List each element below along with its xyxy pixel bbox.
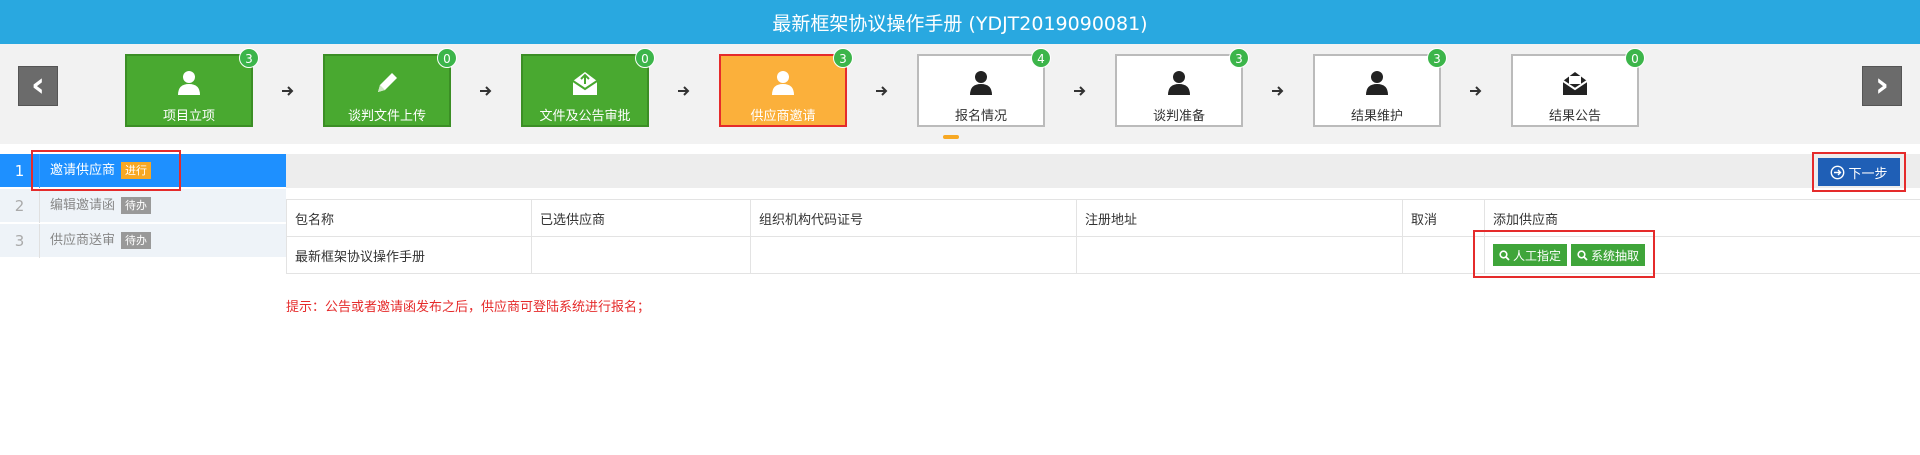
step-result-maintenance[interactable]: 结果维护 3 — [1313, 48, 1447, 127]
arrow-circle-right-icon — [1831, 165, 1845, 179]
arrow-right-icon — [480, 86, 492, 96]
action-bar — [286, 154, 1920, 188]
workflow-steps: ‹ 项目立项 3 谈判文件上传 0 文件及公告审批 0 供应商邀请 3 报名情况… — [0, 44, 1920, 144]
user-icon — [772, 71, 794, 95]
user-icon — [178, 71, 200, 95]
step-label: 结果维护 — [1350, 109, 1403, 124]
arrow-right-icon — [282, 86, 294, 96]
arrow-right-icon — [1074, 86, 1086, 96]
prev-step-button[interactable]: ‹ — [18, 66, 58, 106]
next-step-nav-button[interactable]: › — [1862, 66, 1902, 106]
step-count-badge: 3 — [1427, 48, 1447, 68]
step-supplier-invitation[interactable]: 供应商邀请 3 — [719, 48, 853, 127]
step-negotiation-upload[interactable]: 谈判文件上传 0 — [323, 48, 457, 127]
active-step-indicator — [943, 135, 959, 139]
column-header: 包名称 — [286, 199, 532, 237]
mail-icon — [1562, 72, 1588, 95]
supplier-table: 包名称 已选供应商 组织机构代码证号 注册地址 取消 添加供应商 最新框架协议操… — [286, 199, 1920, 274]
step-label: 报名情况 — [954, 109, 1007, 124]
search-icon — [1577, 249, 1588, 261]
step-label: 谈判文件上传 — [347, 109, 426, 124]
step-number: 3 — [0, 224, 40, 258]
hint-text: 提示：公告或者邀请函发布之后，供应商可登陆系统进行报名； — [286, 300, 651, 315]
user-icon — [1366, 71, 1388, 95]
sidebar-item-supplier-review[interactable]: 3 供应商送审 待办 — [0, 224, 286, 258]
sidebar-item-invite-suppliers[interactable]: 1 邀请供应商 进行 — [0, 154, 286, 188]
step-label: 结果公告 — [1548, 109, 1601, 124]
table-header-row: 包名称 已选供应商 组织机构代码证号 注册地址 取消 添加供应商 — [286, 199, 1920, 237]
step-negotiation-prep[interactable]: 谈判准备 3 — [1115, 48, 1249, 127]
step-label: 文件及公告审批 — [539, 109, 631, 124]
add-supplier-cell: 人工指定 系统抽取 — [1484, 236, 1920, 274]
next-step-button[interactable]: 下一步 — [1818, 158, 1900, 186]
step-count-badge: 0 — [437, 48, 457, 68]
column-header: 已选供应商 — [531, 199, 751, 237]
step-count-badge: 3 — [239, 48, 259, 68]
step-label: 供应商邀请 — [750, 109, 816, 124]
step-number: 1 — [0, 154, 40, 188]
system-draw-button[interactable]: 系统抽取 — [1571, 244, 1646, 266]
arrow-right-icon — [1272, 86, 1284, 96]
pencil-icon — [378, 73, 397, 92]
step-number: 2 — [0, 189, 40, 223]
step-count-badge: 4 — [1031, 48, 1051, 68]
page-title: 最新框架协议操作手册 (YDJT2019090081) — [0, 0, 1920, 44]
user-icon — [970, 71, 992, 95]
arrow-right-icon — [1470, 86, 1482, 96]
step-count-badge: 0 — [1625, 48, 1645, 68]
arrow-right-icon — [678, 86, 690, 96]
step-registration-status[interactable]: 报名情况 4 — [917, 48, 1051, 127]
step-label: 项目立项 — [162, 109, 215, 124]
step-result-announcement[interactable]: 结果公告 0 — [1511, 48, 1645, 127]
sidebar-item-label: 编辑邀请函 待办 — [50, 189, 152, 223]
system-draw-label: 系统抽取 — [1591, 248, 1640, 263]
org-code-cell — [750, 236, 1077, 274]
step-project-setup[interactable]: 项目立项 3 — [125, 48, 259, 127]
column-header: 组织机构代码证号 — [750, 199, 1077, 237]
address-cell — [1076, 236, 1403, 274]
selected-supplier-cell — [531, 236, 751, 274]
mail-upload-icon — [572, 72, 598, 95]
arrow-right-icon — [876, 86, 888, 96]
cancel-cell — [1402, 236, 1485, 274]
sidebar-item-label: 供应商送审 待办 — [50, 224, 152, 258]
step-label: 谈判准备 — [1152, 109, 1205, 124]
next-step-label: 下一步 — [1848, 166, 1888, 182]
table-row: 最新框架协议操作手册 人工指定 系统抽取 — [286, 236, 1920, 274]
step-count-badge: 3 — [833, 48, 853, 68]
manual-assign-label: 人工指定 — [1513, 248, 1562, 263]
sidebar-item-label: 邀请供应商 进行 — [50, 154, 152, 188]
column-header: 取消 — [1402, 199, 1485, 237]
step-count-badge: 0 — [635, 48, 655, 68]
status-badge: 待办 — [121, 197, 152, 214]
sidebar-item-edit-invitation[interactable]: 2 编辑邀请函 待办 — [0, 189, 286, 223]
status-badge: 进行 — [121, 162, 152, 179]
manual-assign-button[interactable]: 人工指定 — [1493, 244, 1568, 266]
column-header: 注册地址 — [1076, 199, 1403, 237]
user-icon — [1168, 71, 1190, 95]
search-icon — [1499, 249, 1510, 261]
step-document-approval[interactable]: 文件及公告审批 0 — [521, 48, 655, 127]
status-badge: 待办 — [121, 232, 152, 249]
step-count-badge: 3 — [1229, 48, 1249, 68]
column-header: 添加供应商 — [1484, 199, 1920, 237]
package-name-cell: 最新框架协议操作手册 — [286, 236, 532, 274]
